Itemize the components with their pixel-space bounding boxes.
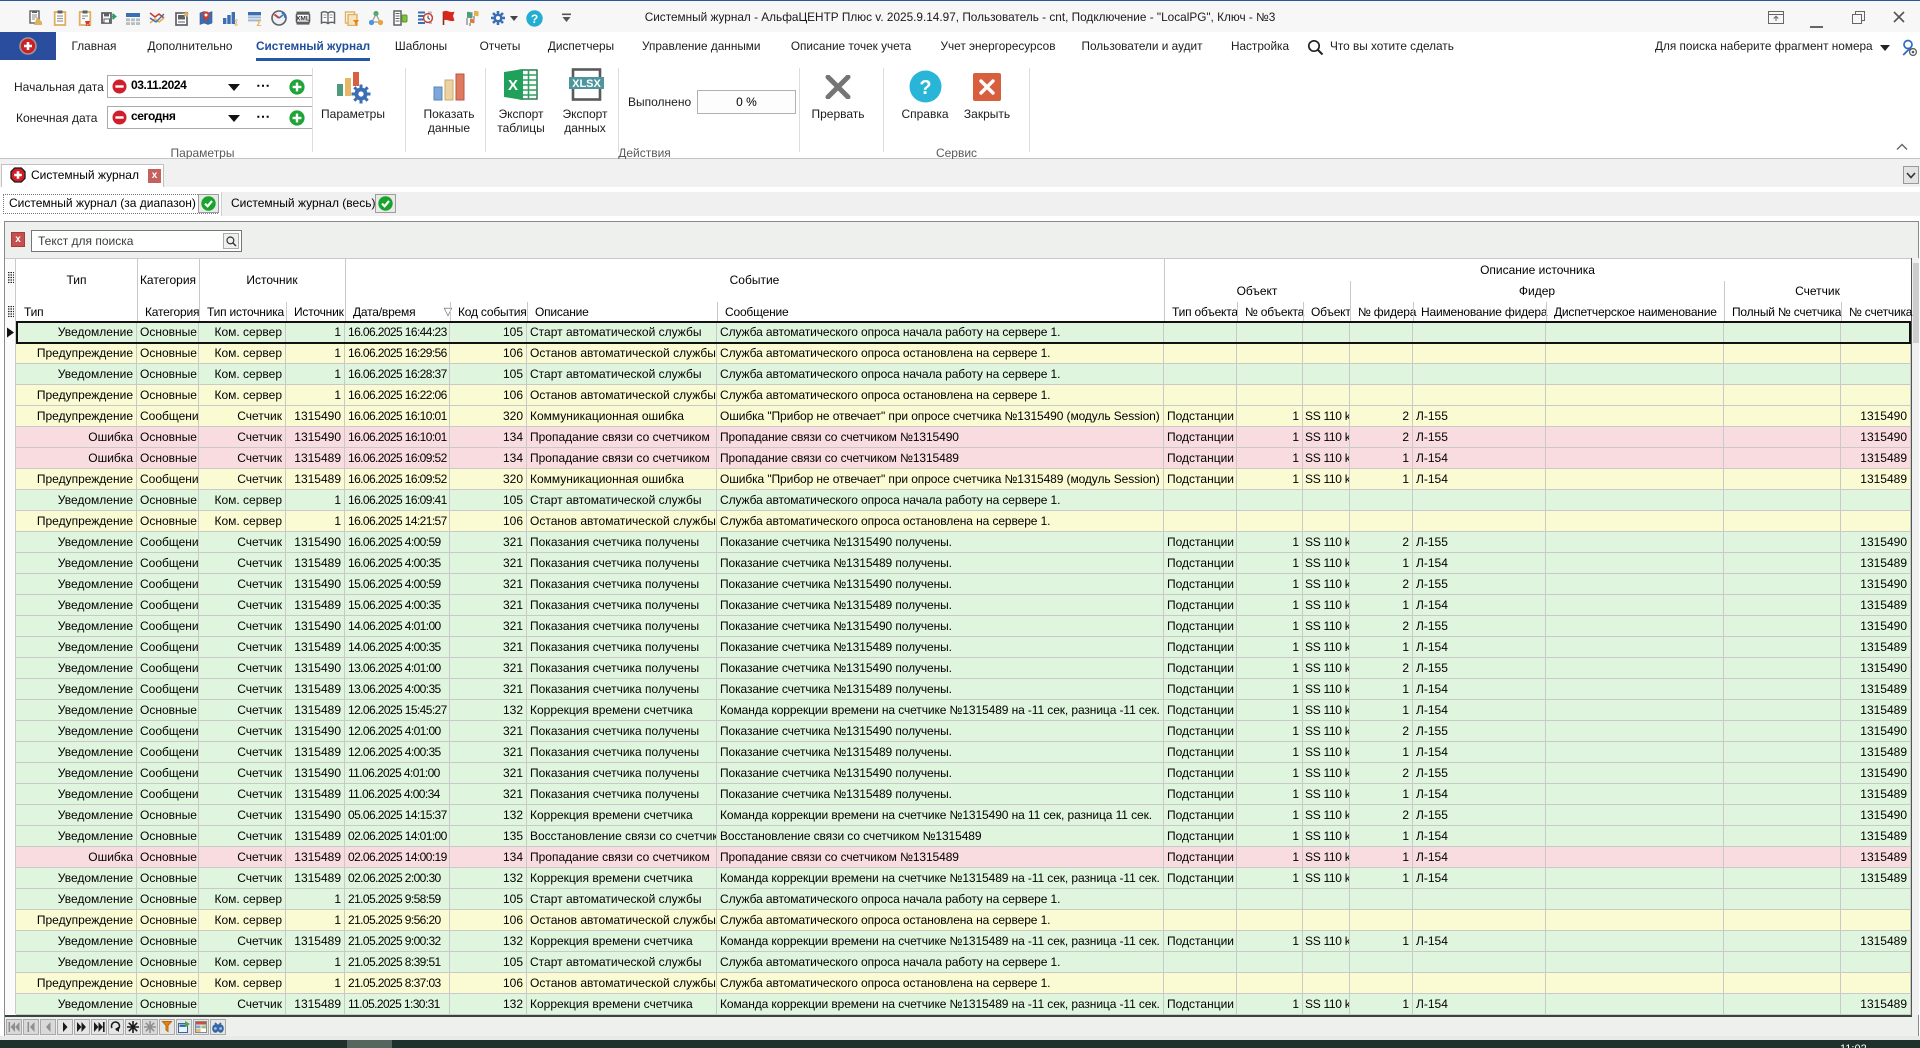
svg-text:Σ: Σ [256,18,261,26]
svg-text:?: ? [919,77,931,99]
svg-text:X: X [508,77,518,94]
svg-text:Σ: Σ [234,19,238,27]
svg-text:XML: XML [296,16,310,23]
svg-text:?: ? [530,12,537,26]
svg-text:XLSX: XLSX [572,78,601,90]
